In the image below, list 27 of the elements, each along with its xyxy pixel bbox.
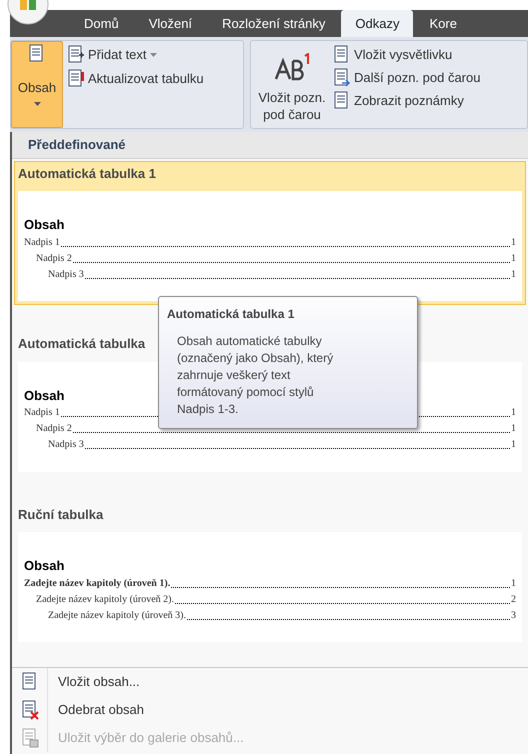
toc-heading: Obsah bbox=[24, 557, 64, 575]
menu-header: Předdefinované bbox=[12, 132, 528, 158]
page-number: 1 bbox=[511, 438, 516, 452]
toc-entry-text: Nadpis 1 bbox=[24, 236, 60, 250]
gallery-item-title: Ruční tabulka bbox=[18, 506, 104, 524]
page-number: 1 bbox=[511, 268, 516, 282]
page-number: 1 bbox=[511, 252, 516, 266]
gallery-item-title: Automatická tabulka bbox=[18, 335, 146, 353]
toc-entry-text: Zadejte název kapitoly (úroveň 2). bbox=[36, 592, 174, 606]
page-number: 1 bbox=[511, 422, 516, 436]
toc-entry-text: Nadpis 1 bbox=[24, 406, 60, 420]
toc-entry-text: Nadpis 3 bbox=[48, 438, 84, 452]
tooltip-text: Obsah automatické tabulky (označený jako Obsah), který zahrnuje veškerý text formátovaný pomocí stylů Nadpis 1-3. bbox=[176, 333, 334, 418]
page-number: 2 bbox=[511, 592, 516, 606]
toc-entry-text: Zadejte název kapitoly (úroveň 3). bbox=[48, 608, 186, 622]
toc-entry-text: Zadejte název kapitoly (úroveň 1). bbox=[24, 576, 170, 590]
toc-entry-text: Nadpis 2 bbox=[36, 252, 72, 266]
toc-heading: Obsah bbox=[24, 216, 64, 234]
page-number: 3 bbox=[511, 608, 516, 622]
page-number: 1 bbox=[511, 236, 516, 250]
toc-heading: Obsah bbox=[24, 386, 64, 404]
tooltip-title: Automatická tabulka 1 bbox=[167, 306, 296, 323]
toc-entry-text: Nadpis 2 bbox=[36, 422, 72, 436]
page-number: 1 bbox=[511, 406, 516, 420]
toc-entry-text: Nadpis 3 bbox=[48, 268, 84, 282]
page-number: 1 bbox=[511, 576, 516, 590]
gallery-item-title: Automatická tabulka 1 bbox=[18, 164, 156, 182]
